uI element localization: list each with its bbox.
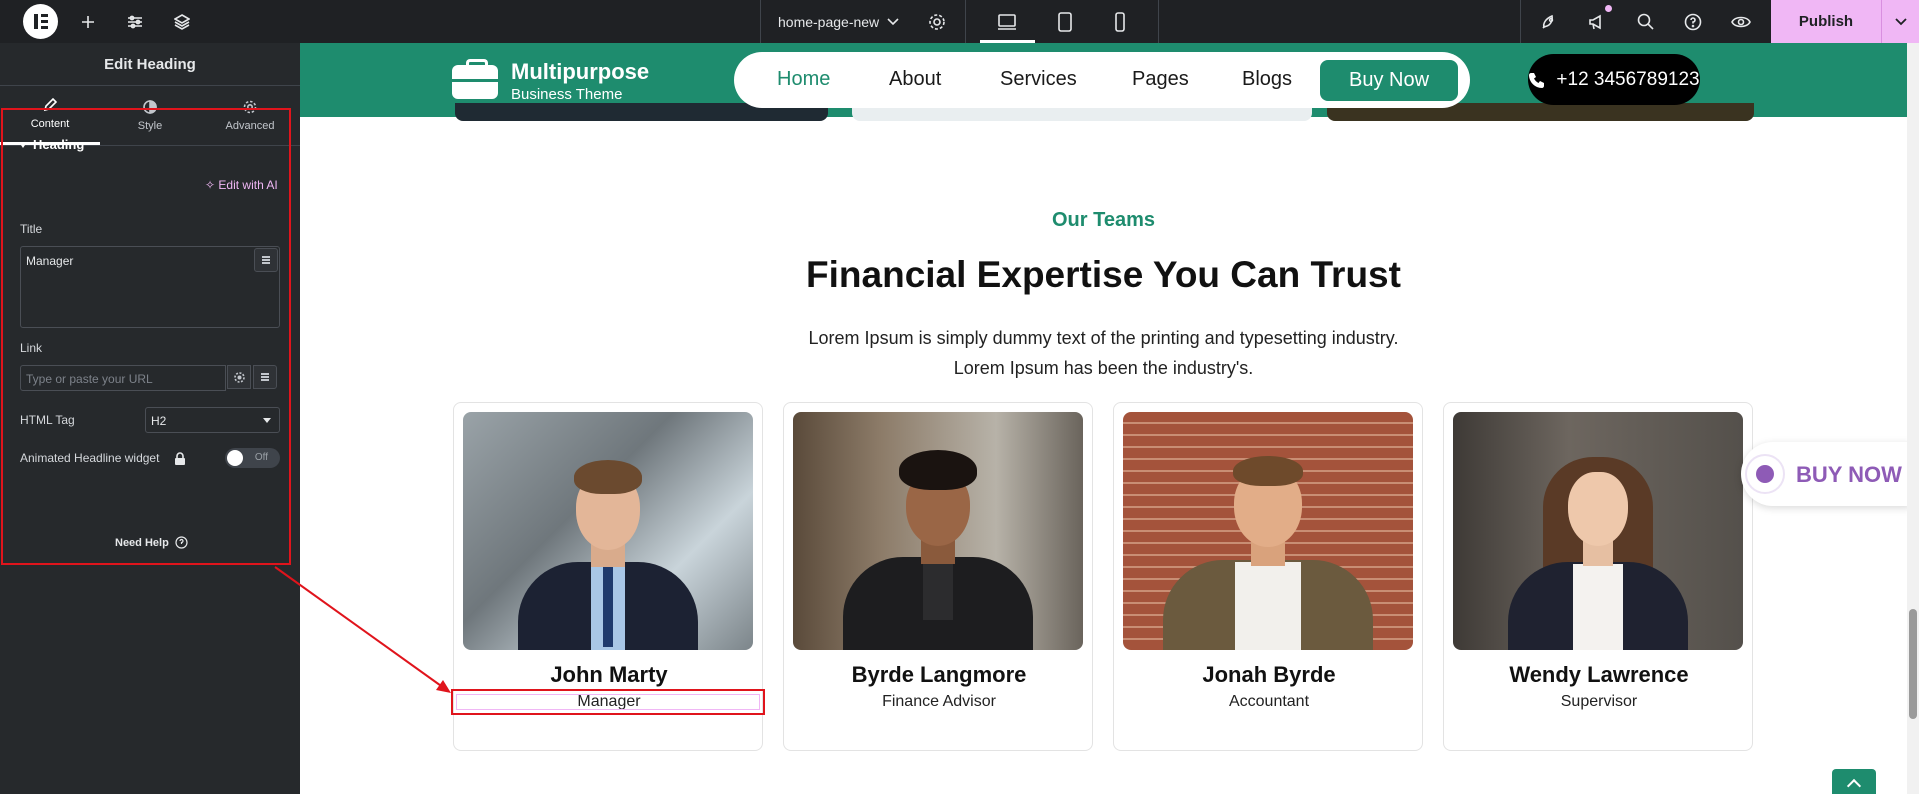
search-icon[interactable]: [1634, 0, 1656, 43]
link-label: Link: [20, 341, 43, 355]
nav-item-blogs[interactable]: Blogs: [1242, 68, 1292, 91]
need-help-label: Need Help: [115, 536, 169, 549]
edit-with-ai-link[interactable]: ✧ Edit with AI: [205, 178, 278, 192]
help-circle-icon: [175, 536, 188, 549]
back-to-top-button[interactable]: [1832, 769, 1876, 794]
publish-options-button[interactable]: [1881, 0, 1919, 43]
add-element-icon[interactable]: [78, 0, 98, 43]
chevron-down-icon: [1894, 17, 1907, 25]
selected-widget-highlight: [451, 689, 765, 715]
gear-icon: [233, 371, 245, 383]
tablet-view-icon[interactable]: [1053, 0, 1077, 43]
team-member-role[interactable]: Finance Advisor: [784, 693, 1094, 711]
html-tag-select[interactable]: H2: [145, 407, 280, 433]
page-settings-gear-icon[interactable]: [926, 0, 948, 43]
section-eyebrow: Our Teams: [1052, 209, 1155, 231]
team-member-role[interactable]: Accountant: [1114, 693, 1424, 711]
section-description: Lorem Ipsum is simply dummy text of the …: [300, 323, 1907, 383]
title-label: Title: [20, 222, 43, 236]
database-icon: [262, 259, 270, 261]
edit-with-ai-label: Edit with AI: [218, 178, 278, 192]
description-line: Lorem Ipsum is simply dummy text of the …: [808, 328, 1399, 348]
team-card: John Marty Manager: [451, 402, 765, 751]
team-member-name: Wendy Lawrence: [1509, 662, 1689, 687]
rocket-icon[interactable]: [1538, 0, 1560, 43]
document-name: home-page-new: [778, 13, 880, 30]
document-name-dropdown[interactable]: home-page-new: [778, 0, 899, 43]
team-member-photo: [1453, 412, 1743, 650]
heading-section-title: Heading: [33, 137, 85, 152]
editor-topbar: home-page-new Publish: [0, 0, 1919, 43]
nav-item-about[interactable]: About: [889, 68, 941, 91]
nav-item-pages[interactable]: Pages: [1132, 68, 1189, 91]
team-member-name: Jonah Byrde: [1202, 662, 1336, 687]
toggle-state-text: Off: [254, 452, 268, 463]
animated-headline-toggle[interactable]: Off: [225, 448, 280, 468]
canvas-scrollbar[interactable]: [1907, 43, 1919, 794]
team-member-name: John Marty: [550, 662, 668, 687]
site-header: Multipurpose Business Theme Home About S…: [300, 43, 1907, 121]
animated-headline-label: Animated Headline widget: [20, 451, 160, 465]
structure-layers-icon[interactable]: [171, 0, 193, 43]
database-icon: [261, 376, 269, 378]
dynamic-tags-button[interactable]: [254, 248, 278, 272]
heading-section-toggle[interactable]: Heading: [19, 137, 84, 152]
ai-sparkle-icon: ✧: [205, 178, 216, 192]
nav-item-home[interactable]: Home: [777, 68, 830, 91]
page-canvas: Multipurpose Business Theme Home About S…: [300, 43, 1919, 794]
publish-button[interactable]: Publish: [1771, 0, 1881, 43]
team-member-photo: [463, 412, 753, 650]
floating-buy-now-label: BUY NOW: [1796, 462, 1902, 487]
link-dynamic-tags-button[interactable]: [253, 365, 277, 389]
brand-tagline: Business Theme: [511, 86, 623, 103]
floating-buy-now-button[interactable]: BUY NOW: [1741, 442, 1911, 506]
title-textarea[interactable]: Manager: [20, 246, 280, 328]
link-url-input[interactable]: Type or paste your URL: [20, 365, 226, 391]
team-card: Byrde Langmore Finance Advisor: [783, 402, 1093, 751]
site-settings-icon[interactable]: [124, 0, 146, 43]
mobile-view-icon[interactable]: [1108, 0, 1132, 43]
team-member-photo: [793, 412, 1083, 650]
html-tag-label: HTML Tag: [20, 413, 75, 427]
preview-eye-icon[interactable]: [1730, 0, 1752, 43]
annotation-highlight-box-panel: [1, 108, 291, 565]
help-circle-icon[interactable]: [1682, 0, 1704, 43]
phone-icon: [1529, 72, 1545, 88]
link-options-button[interactable]: [227, 365, 251, 389]
chevron-down-icon: [887, 17, 899, 25]
section-headline: Financial Expertise You Can Trust: [806, 254, 1401, 295]
toggle-knob: [227, 450, 243, 466]
team-member-photo: [1123, 412, 1413, 650]
elementor-logo-icon[interactable]: [23, 4, 58, 39]
team-member-name: Byrde Langmore: [851, 662, 1027, 687]
need-help-link[interactable]: Need Help: [115, 536, 188, 549]
description-line: Lorem Ipsum has been the industry's.: [953, 358, 1254, 378]
phone-button[interactable]: +12 3456789123: [1528, 54, 1700, 105]
scrollbar-thumb[interactable]: [1909, 609, 1917, 719]
brand-name[interactable]: Multipurpose: [511, 59, 649, 85]
panel-title: Edit Heading: [0, 43, 300, 86]
team-card: Jonah Byrde Accountant: [1113, 402, 1423, 751]
briefcase-logo-icon[interactable]: [452, 59, 498, 99]
caret-down-icon: [19, 141, 27, 148]
buy-now-logo-icon: [1745, 454, 1785, 494]
team-member-role[interactable]: Supervisor: [1444, 693, 1754, 711]
notification-dot: [1605, 5, 1612, 12]
nav-item-services[interactable]: Services: [1000, 68, 1077, 91]
phone-number: +12 3456789123: [1556, 68, 1700, 90]
team-card: Wendy Lawrence Supervisor: [1443, 402, 1753, 751]
desktop-view-icon[interactable]: [995, 0, 1019, 43]
buy-now-button[interactable]: Buy Now: [1320, 60, 1458, 101]
lock-icon: [175, 452, 185, 465]
